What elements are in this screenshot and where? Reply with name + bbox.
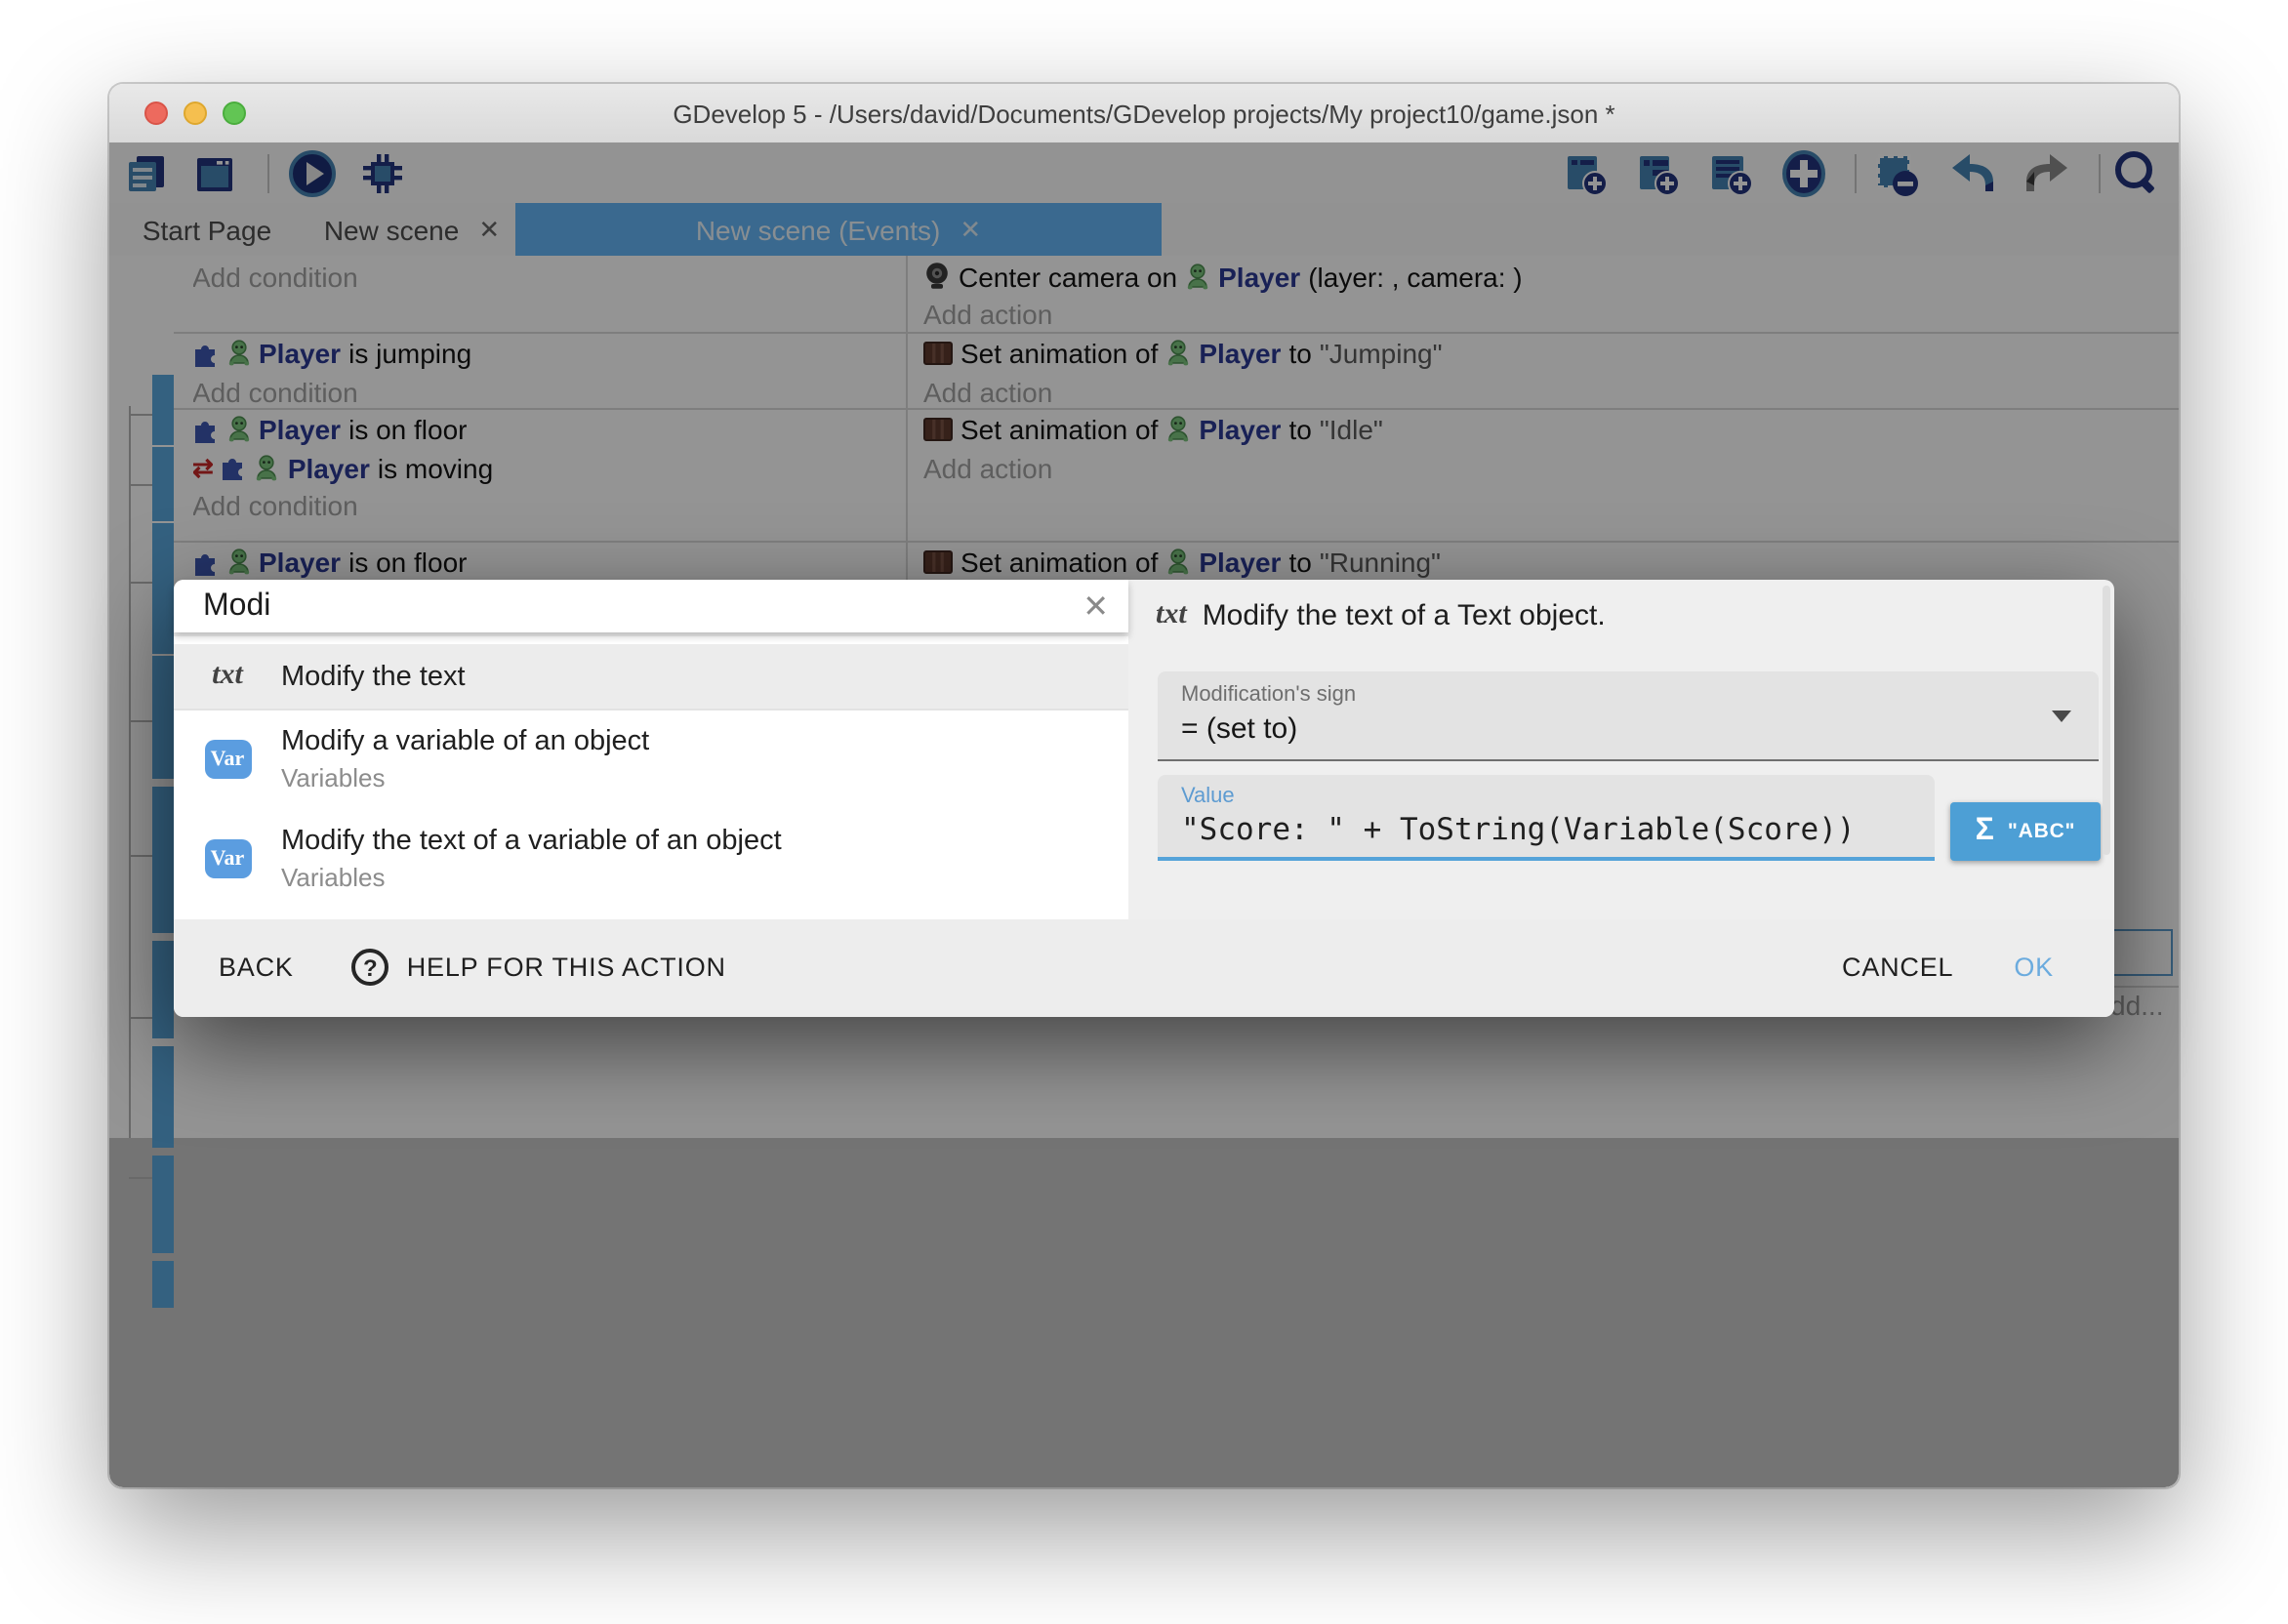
- minimize-window-button[interactable]: [184, 102, 207, 125]
- window-titlebar: GDevelop 5 - /Users/david/Documents/GDev…: [109, 84, 2179, 144]
- result-text: Modify the text of a variable of an obje…: [281, 826, 782, 892]
- dialog-footer: BACK ? HELP FOR THIS ACTION CANCEL OK: [174, 918, 2114, 1017]
- help-label: HELP FOR THIS ACTION: [407, 954, 726, 983]
- cancel-button[interactable]: CANCEL: [1842, 954, 1953, 983]
- result-text: Modify the text: [281, 661, 466, 692]
- action-result-item[interactable]: Var Modify the text of a variable of an o…: [174, 826, 1128, 892]
- field-value: = (set to): [1181, 711, 1297, 745]
- abc-label: "ABC": [2008, 820, 2075, 843]
- action-search-input[interactable]: [199, 587, 1083, 626]
- zoom-window-button[interactable]: [223, 102, 246, 125]
- result-title: Modify the text of a variable of an obje…: [281, 826, 782, 857]
- action-editor-dialog: ✕ txt Modify the text Var Modify a variable…: [174, 580, 2114, 1017]
- value-field: Value: [1158, 774, 1935, 860]
- traffic-lights: [144, 84, 246, 142]
- close-window-button[interactable]: [144, 102, 168, 125]
- action-search-bar: ✕: [174, 580, 1128, 632]
- variable-icon: Var: [204, 839, 251, 878]
- result-title: Modify a variable of an object: [281, 726, 649, 757]
- back-button[interactable]: BACK: [219, 954, 294, 983]
- results-scrollbar[interactable]: [2102, 586, 2110, 855]
- result-subtitle: Variables: [281, 863, 782, 892]
- result-icon-wrap: txt: [174, 660, 281, 693]
- action-detail-title: txt Modify the text of a Text object.: [1156, 599, 1606, 632]
- variable-icon: Var: [204, 740, 251, 779]
- chevron-down-icon: [2052, 710, 2071, 721]
- help-button[interactable]: ? HELP FOR THIS ACTION: [352, 950, 726, 987]
- text-object-icon: txt: [1156, 599, 1187, 632]
- sigma-icon: Σ: [1976, 814, 1994, 849]
- text-object-icon: txt: [212, 660, 243, 693]
- result-icon-wrap: Var: [174, 839, 281, 878]
- ok-button[interactable]: OK: [2014, 954, 2054, 983]
- action-title-text: Modify the text of a Text object.: [1203, 599, 1606, 632]
- value-expression-input[interactable]: [1177, 809, 1927, 848]
- window-title: GDevelop 5 - /Users/david/Documents/GDev…: [673, 99, 1614, 128]
- gdevelop-app: GDevelop 5 - /Users/david/Documents/GDev…: [0, 0, 2288, 1624]
- action-result-item[interactable]: txt Modify the text: [174, 644, 1128, 710]
- result-text: Modify a variable of an object Variables: [281, 726, 649, 792]
- result-title: Modify the text: [281, 661, 466, 692]
- action-results-list: txt Modify the text Var Modify a variable o…: [174, 636, 1128, 918]
- close-icon[interactable]: ✕: [1083, 587, 1109, 626]
- result-icon-wrap: Var: [174, 740, 281, 779]
- action-result-item[interactable]: Var Modify a variable of an object Variabl…: [174, 726, 1128, 792]
- help-icon: ?: [352, 950, 389, 987]
- modification-sign-select[interactable]: Modification's sign = (set to): [1158, 670, 2099, 760]
- result-subtitle: Variables: [281, 763, 649, 792]
- open-expression-editor-button[interactable]: Σ "ABC": [1950, 802, 2101, 861]
- field-label: Value: [1181, 784, 1235, 807]
- field-label: Modification's sign: [1181, 682, 1356, 706]
